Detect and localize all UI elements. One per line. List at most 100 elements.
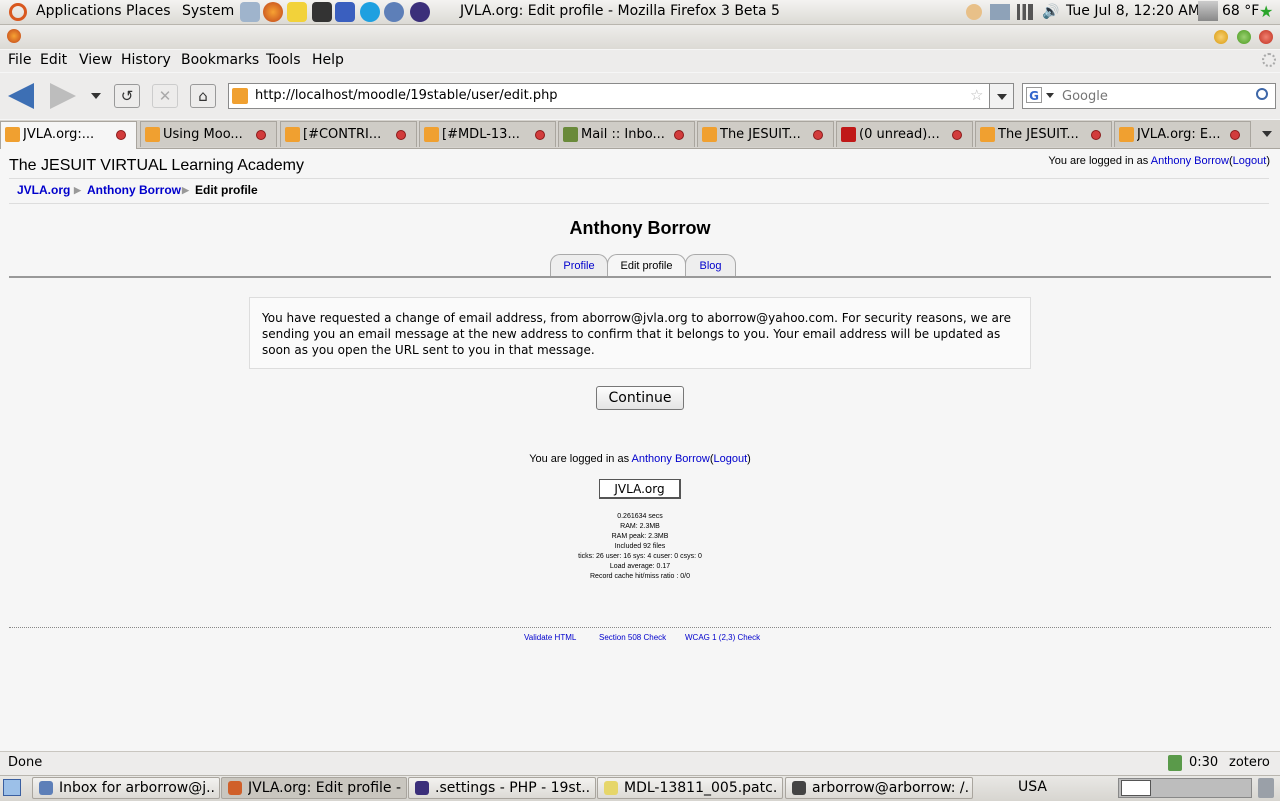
perf-line: Record cache hit/miss ratio : 0/0 — [590, 573, 690, 580]
tab-label: The JESUIT... — [720, 127, 801, 142]
logout-runner-icon[interactable]: ★ — [1259, 2, 1277, 22]
perf-line: RAM: 2.3MB — [620, 523, 660, 530]
close-icon[interactable] — [1259, 30, 1273, 44]
menu-help[interactable]: Help — [312, 52, 344, 68]
keyboard-layout[interactable]: USA — [1018, 779, 1047, 795]
wcag-link[interactable]: WCAG 1 (2,3) Check — [685, 633, 760, 642]
tab-blog[interactable]: Blog — [685, 254, 736, 276]
tab-item[interactable]: [#CONTRI... — [280, 121, 417, 147]
tab-label: JVLA.org: E... — [1137, 127, 1221, 142]
show-desktop-icon[interactable] — [3, 779, 21, 796]
page-content — [0, 149, 1280, 751]
bookmark-star-icon[interactable]: ☆ — [970, 86, 983, 104]
tab-favicon-icon — [980, 127, 995, 142]
site-favicon — [232, 88, 248, 104]
taskbar-item[interactable]: Inbox for arborrow@j... — [32, 777, 220, 799]
tab-favicon-icon — [285, 127, 300, 142]
tab-item[interactable]: Using Moo... — [140, 121, 277, 147]
search-icon[interactable] — [1256, 88, 1268, 100]
perf-line: RAM peak: 2.3MB — [611, 533, 669, 540]
trash-icon[interactable] — [1258, 778, 1274, 798]
login-info-bottom: You are logged in as Anthony Borrow(Logo… — [529, 453, 751, 465]
logout-link[interactable]: Logout — [713, 453, 747, 465]
url-text[interactable]: http://localhost/moodle/19stable/user/ed… — [255, 88, 558, 103]
search-engine-dropdown-icon[interactable] — [1046, 93, 1054, 98]
perf-line: Load average: 0.17 — [609, 563, 671, 570]
tab-favicon-icon — [5, 127, 20, 142]
stop-icon[interactable]: ✕ — [152, 84, 178, 108]
all-tabs-dropdown-icon[interactable] — [1262, 131, 1272, 137]
firefox-window-icon[interactable] — [7, 29, 21, 43]
taskbar-item[interactable]: MDL-13811_005.patc... — [597, 777, 783, 799]
tab-label: Using Moo... — [163, 127, 243, 142]
tab-item[interactable]: JVLA.org:... — [0, 121, 137, 149]
footer-divider — [9, 627, 1271, 628]
forward-icon[interactable] — [50, 83, 76, 109]
perf-line: ticks: 26 user: 16 sys: 4 cuser: 0 csys:… — [578, 553, 702, 560]
tab-item[interactable]: JVLA.org: E... — [1114, 121, 1251, 147]
search-input[interactable] — [1060, 86, 1256, 106]
user-link[interactable]: Anthony Borrow — [1151, 155, 1229, 167]
back-icon[interactable] — [8, 83, 34, 109]
app-icon — [604, 781, 618, 795]
tab-item[interactable]: The JESUIT... — [697, 121, 834, 147]
tab-edit-profile[interactable]: Edit profile — [607, 254, 686, 278]
breadcrumb-home[interactable]: JVLA.org — [17, 183, 70, 197]
tab-item[interactable]: The JESUIT... — [975, 121, 1112, 147]
tab-profile[interactable]: Profile — [550, 254, 608, 276]
tab-close-icon[interactable] — [396, 130, 406, 140]
tab-divider — [9, 276, 1271, 278]
breadcrumb-current: Edit profile — [195, 183, 258, 197]
menu-bookmarks[interactable]: Bookmarks — [181, 52, 259, 68]
taskbar-item-label: Inbox for arborrow@j... — [59, 780, 215, 796]
logout-link[interactable]: Logout — [1233, 155, 1267, 167]
timer-icon[interactable] — [1168, 755, 1182, 771]
tab-item[interactable]: (0 unread)... — [836, 121, 973, 147]
tab-close-icon[interactable] — [952, 130, 962, 140]
menu-history[interactable]: History — [121, 52, 171, 68]
tab-item[interactable]: [#MDL-13... — [419, 121, 556, 147]
menu-tools[interactable]: Tools — [266, 52, 301, 68]
user-link[interactable]: Anthony Borrow — [632, 453, 710, 465]
url-dropdown-icon[interactable] — [989, 83, 1014, 109]
home-icon[interactable]: ⌂ — [190, 84, 216, 108]
search-engine-icon[interactable]: G — [1026, 87, 1042, 103]
section-508-link[interactable]: Section 508 Check — [599, 633, 666, 642]
breadcrumb-user[interactable]: Anthony Borrow — [87, 183, 181, 197]
menu-edit[interactable]: Edit — [40, 52, 67, 68]
zotero-button[interactable]: zotero — [1229, 755, 1270, 770]
validate-html-link[interactable]: Validate HTML — [524, 633, 576, 642]
app-icon — [228, 781, 242, 795]
tab-close-icon[interactable] — [1091, 130, 1101, 140]
menu-file[interactable]: File — [8, 52, 31, 68]
performance-info: 0.261634 secs RAM: 2.3MB RAM peak: 2.3MB… — [0, 512, 1280, 582]
taskbar-item[interactable]: .settings - PHP - 19st... — [408, 777, 596, 799]
taskbar-item-label: .settings - PHP - 19st... — [435, 780, 591, 796]
status-text: Done — [8, 755, 43, 770]
home-site-button[interactable]: JVLA.org — [599, 479, 681, 499]
tab-label: Mail :: Inbo... — [581, 127, 665, 142]
reload-icon[interactable]: ↺ — [114, 84, 140, 108]
continue-button[interactable]: Continue — [596, 386, 684, 410]
minimize-icon[interactable] — [1214, 30, 1228, 44]
window-title: JVLA.org: Edit profile - Mozilla Firefox… — [460, 3, 780, 19]
workspace-1[interactable] — [1121, 780, 1151, 796]
tab-close-icon[interactable] — [1230, 130, 1240, 140]
breadcrumb-separator-icon: ▶ — [182, 185, 189, 195]
tab-close-icon[interactable] — [116, 130, 126, 140]
taskbar-item-label: JVLA.org: Edit profile -... — [248, 780, 402, 796]
workspace-switcher[interactable] — [1118, 778, 1252, 798]
breadcrumb-separator-icon: ▶ — [74, 185, 81, 195]
tab-close-icon[interactable] — [256, 130, 266, 140]
menu-view[interactable]: View — [79, 52, 112, 68]
maximize-icon[interactable] — [1237, 30, 1251, 44]
tab-close-icon[interactable] — [813, 130, 823, 140]
taskbar-item[interactable]: JVLA.org: Edit profile -... — [221, 777, 407, 799]
tab-label: The JESUIT... — [998, 127, 1079, 142]
taskbar-item-label: MDL-13811_005.patc... — [624, 780, 778, 796]
tab-item[interactable]: Mail :: Inbo... — [558, 121, 695, 147]
history-dropdown-icon[interactable] — [91, 93, 101, 99]
tab-close-icon[interactable] — [674, 130, 684, 140]
taskbar-item[interactable]: arborrow@arborrow: /... — [785, 777, 973, 799]
tab-close-icon[interactable] — [535, 130, 545, 140]
